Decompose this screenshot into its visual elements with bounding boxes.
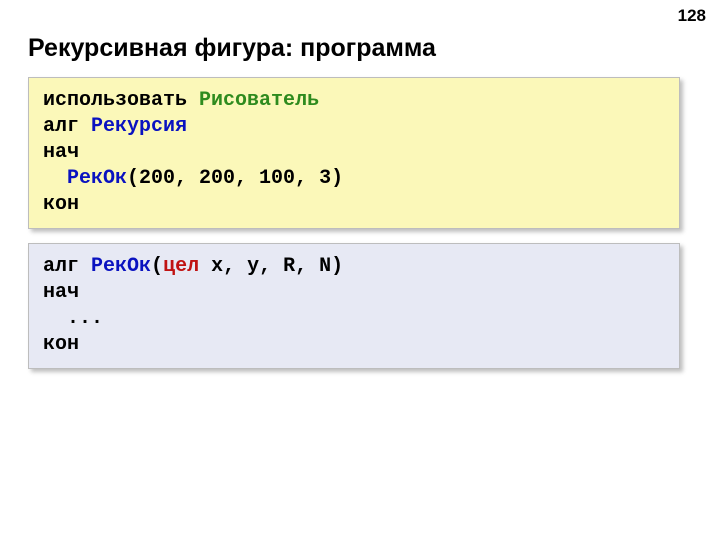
space bbox=[79, 115, 91, 138]
kw-alg: алг bbox=[43, 115, 79, 138]
call-name: РекОк bbox=[67, 167, 127, 190]
indent bbox=[43, 307, 67, 330]
kw-use: использовать bbox=[43, 89, 187, 112]
space bbox=[187, 89, 199, 112]
kw-begin: нач bbox=[43, 141, 79, 164]
kw-type: цел bbox=[163, 255, 199, 278]
call-args: (200, 200, 100, 3) bbox=[127, 167, 343, 190]
lib-name: Рисователь bbox=[199, 89, 319, 112]
paren-open: ( bbox=[151, 255, 163, 278]
kw-alg: алг bbox=[43, 255, 79, 278]
proc-name: РекОк bbox=[91, 255, 151, 278]
code-block-main: использовать Рисователь алг Рекурсия нач… bbox=[28, 77, 680, 229]
page-number: 128 bbox=[678, 6, 706, 26]
kw-begin: нач bbox=[43, 281, 79, 304]
slide-title: Рекурсивная фигура: программа bbox=[28, 34, 692, 63]
space bbox=[79, 255, 91, 278]
kw-end: кон bbox=[43, 333, 79, 356]
params-rest: x, y, R, N) bbox=[199, 255, 343, 278]
code-block-proc: алг РекОк(цел x, y, R, N) нач ... кон bbox=[28, 243, 680, 369]
kw-end: кон bbox=[43, 193, 79, 216]
indent bbox=[43, 167, 67, 190]
alg-name: Рекурсия bbox=[91, 115, 187, 138]
proc-body: ... bbox=[67, 307, 103, 330]
slide: 128 Рекурсивная фигура: программа исполь… bbox=[0, 0, 720, 540]
